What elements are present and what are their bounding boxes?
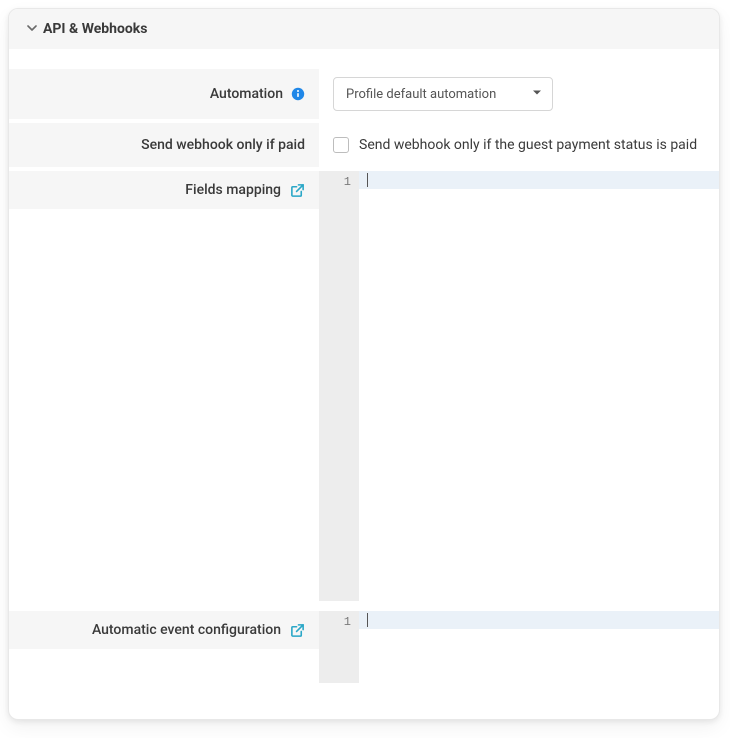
api-webhooks-panel: API & Webhooks Automation Profile defaul… xyxy=(8,8,720,720)
automation-label-cell: Automation xyxy=(9,69,319,119)
webhook-paid-value-cell: Send webhook only if the guest payment s… xyxy=(319,123,719,167)
external-link-icon[interactable] xyxy=(289,622,305,638)
editor-gutter: 1 xyxy=(319,611,359,683)
info-icon[interactable] xyxy=(291,87,305,101)
automation-row: Automation Profile default automation xyxy=(9,69,719,119)
editor-cursor xyxy=(367,173,368,187)
webhook-paid-row: Send webhook only if paid Send webhook o… xyxy=(9,123,719,167)
editor-gutter: 1 xyxy=(319,171,359,601)
editor-cursor xyxy=(367,613,368,627)
external-link-icon[interactable] xyxy=(289,182,305,198)
fields-mapping-row: Fields mapping 1 xyxy=(9,171,719,601)
automation-label: Automation xyxy=(210,86,283,102)
webhook-paid-label: Send webhook only if paid xyxy=(141,137,305,153)
section-title: API & Webhooks xyxy=(43,21,147,37)
webhook-paid-checkbox-label: Send webhook only if the guest payment s… xyxy=(359,137,697,153)
automation-selected-value: Profile default automation xyxy=(346,87,496,102)
line-number: 1 xyxy=(319,173,351,191)
auto-event-config-row: Automatic event configuration 1 xyxy=(9,611,719,683)
fields-mapping-label: Fields mapping xyxy=(185,182,281,198)
auto-event-config-label-cell: Automatic event configuration xyxy=(9,611,319,649)
caret-down-icon xyxy=(532,87,542,102)
auto-event-config-label: Automatic event configuration xyxy=(92,622,281,638)
fields-mapping-editor[interactable]: 1 xyxy=(319,171,719,601)
automation-select[interactable]: Profile default automation xyxy=(333,77,553,111)
chevron-down-icon xyxy=(27,21,37,37)
automation-value-cell: Profile default automation xyxy=(319,69,719,119)
auto-event-config-editor[interactable]: 1 xyxy=(319,611,719,683)
section-header[interactable]: API & Webhooks xyxy=(9,9,719,49)
webhook-paid-checkbox[interactable] xyxy=(333,137,349,153)
webhook-paid-label-cell: Send webhook only if paid xyxy=(9,123,319,167)
fields-mapping-label-cell: Fields mapping xyxy=(9,171,319,209)
line-number: 1 xyxy=(319,613,351,631)
